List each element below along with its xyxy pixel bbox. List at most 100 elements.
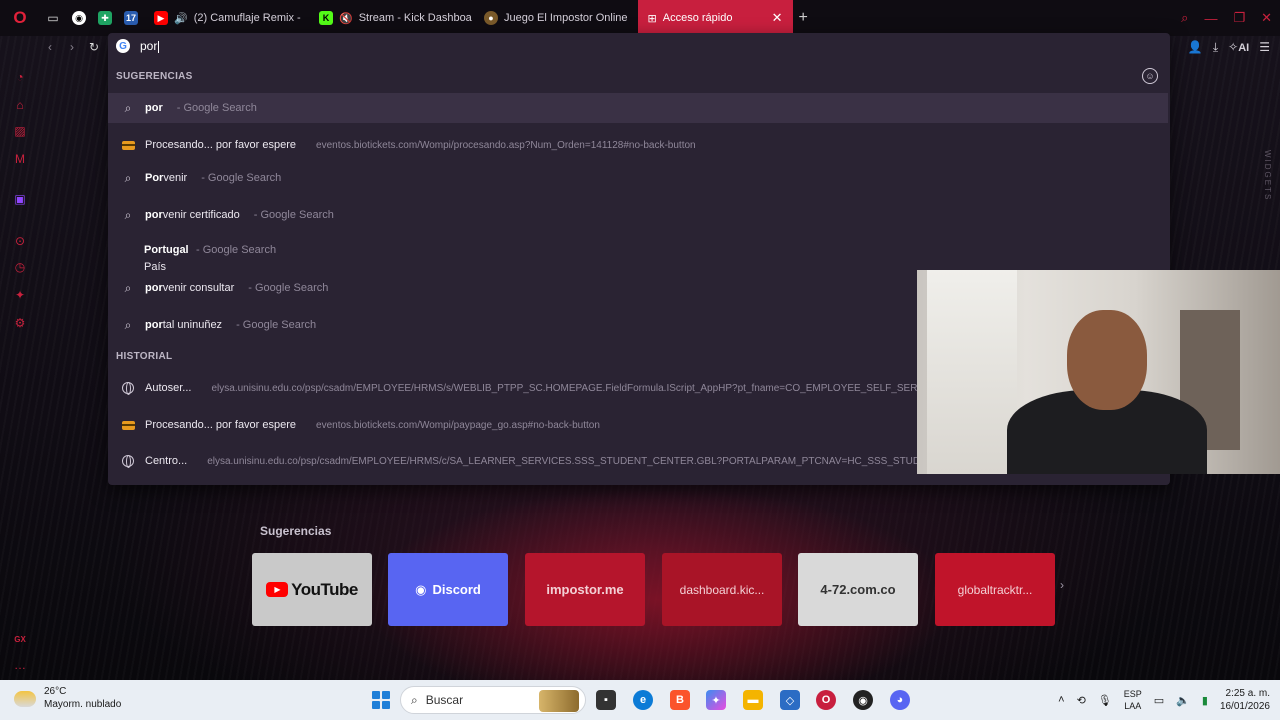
tile-youtube[interactable]: ▶ YouTube bbox=[252, 553, 372, 626]
speed-dial-icon: ⊞ bbox=[647, 12, 657, 25]
suggestion-source: - Google Search bbox=[195, 244, 277, 256]
suggestion-rest: venir certificado bbox=[162, 209, 240, 221]
search-tabs-icon[interactable]: ⌕ bbox=[1181, 10, 1188, 26]
tile-impostor[interactable]: impostor.me bbox=[525, 553, 645, 626]
forward-icon[interactable]: › bbox=[62, 40, 82, 54]
gx-control-icon[interactable]: ◔ bbox=[13, 70, 27, 84]
tab-impostor[interactable]: ● Juego El Impostor Online bbox=[474, 0, 638, 36]
battery-icon[interactable]: ▮ bbox=[1202, 694, 1208, 707]
suggestion-match: por bbox=[145, 319, 163, 331]
muted-speaker-icon[interactable]: 🔇 bbox=[339, 12, 353, 25]
close-window-icon[interactable]: ✕ bbox=[1261, 10, 1272, 26]
ai-button[interactable]: ✧AI bbox=[1228, 40, 1249, 54]
discord-taskbar-icon[interactable]: ◕ bbox=[890, 690, 910, 710]
profile-icon[interactable]: 👤 bbox=[1188, 40, 1203, 54]
cleaner-icon[interactable]: ▨ bbox=[13, 124, 27, 138]
suggestion-row[interactable]: ⌕ Porvenir - Google Search bbox=[108, 163, 1168, 193]
minimize-icon[interactable]: — bbox=[1204, 11, 1217, 26]
tab-youtube[interactable]: ▶ 🔊 (2) Camuflaje Remix - bbox=[144, 0, 309, 36]
tile-discord[interactable]: ◉ Discord bbox=[388, 553, 508, 626]
tab-kick[interactable]: K 🔇 Stream - Kick Dashboa bbox=[309, 0, 474, 36]
suggestion-match: por bbox=[145, 102, 163, 114]
vscode-icon[interactable]: ◇ bbox=[780, 690, 800, 710]
edge-icon[interactable]: e bbox=[633, 690, 653, 710]
suggestion-match: por bbox=[145, 282, 163, 294]
suggestion-row[interactable]: ⌕ porvenir certificado - Google Search bbox=[108, 200, 1168, 230]
network-icon[interactable]: ▭ bbox=[1154, 694, 1164, 707]
suggestion-match: Por bbox=[145, 172, 164, 184]
tab-manager-icon[interactable]: ▭ bbox=[44, 0, 62, 36]
history-icon[interactable]: ◷ bbox=[13, 260, 27, 274]
chatgpt-icon[interactable]: ◉ bbox=[70, 0, 88, 36]
more-icon[interactable]: … bbox=[13, 658, 27, 672]
suggestion-description: País bbox=[144, 261, 167, 273]
webcam-overlay bbox=[917, 270, 1280, 474]
weather-desc: Mayorm. nublado bbox=[44, 699, 122, 710]
tile-label: 4-72.com.co bbox=[820, 582, 896, 597]
reload-icon[interactable]: ↻ bbox=[84, 40, 104, 54]
tile-472[interactable]: 4-72.com.co bbox=[798, 553, 918, 626]
youtube-logo-icon: ▶ bbox=[266, 582, 289, 597]
obs-icon[interactable]: ◉ bbox=[853, 690, 873, 710]
maximize-icon[interactable]: ❐ bbox=[1233, 10, 1245, 26]
impostor-icon: ● bbox=[484, 11, 498, 25]
text-caret bbox=[158, 40, 160, 53]
next-page-icon[interactable]: › bbox=[1060, 578, 1064, 592]
youtube-icon: ▶ bbox=[154, 11, 168, 25]
new-tab-button[interactable]: + bbox=[799, 9, 808, 27]
messenger-icon[interactable]: M bbox=[13, 152, 27, 166]
emoji-icon[interactable]: ☺ bbox=[1142, 68, 1158, 84]
suggestion-url: eventos.biotickets.com/Wompi/procesando.… bbox=[316, 139, 696, 151]
chevron-up-icon[interactable]: ˄ bbox=[1058, 694, 1064, 706]
sheets-icon[interactable]: ✚ bbox=[96, 0, 114, 36]
suggestion-rest: venir consultar bbox=[162, 282, 235, 294]
suggestion-rest: tal uninuñez bbox=[162, 319, 223, 331]
sync-icon[interactable]: ⟲ bbox=[1077, 694, 1086, 707]
volume-icon[interactable]: 🔈 bbox=[1176, 694, 1190, 707]
address-field[interactable]: G por bbox=[108, 33, 1170, 59]
search-icon: ⌕ bbox=[124, 280, 132, 295]
tile-label: globaltracktr... bbox=[957, 582, 1033, 597]
suggestion-source: - Google Search bbox=[236, 319, 317, 331]
kick-icon: K bbox=[319, 11, 333, 25]
twitch-icon[interactable]: ▣ bbox=[13, 192, 27, 206]
suggestion-row[interactable]: ⌕ por - Google Search bbox=[108, 93, 1168, 123]
extensions-icon[interactable]: ✦ bbox=[13, 288, 27, 302]
task-view-icon[interactable]: ▪ bbox=[596, 690, 616, 710]
brave-icon[interactable]: B bbox=[670, 690, 690, 710]
back-icon[interactable]: ‹ bbox=[40, 40, 60, 54]
download-icon[interactable]: ⤓ bbox=[1213, 40, 1218, 55]
language-indicator[interactable]: ESP LAA bbox=[1124, 688, 1142, 712]
player-icon[interactable]: ⊙ bbox=[13, 234, 27, 248]
weather-widget[interactable]: 26°C Mayorm. nublado bbox=[14, 686, 121, 711]
seventeen-icon[interactable]: 17 bbox=[122, 0, 140, 36]
tab-speed-dial[interactable]: ⊞ Acceso rápido ✕ bbox=[637, 0, 793, 36]
suggestion-row[interactable]: Procesando... por favor espere eventos.b… bbox=[108, 130, 1168, 160]
google-icon: G bbox=[116, 39, 130, 53]
toolbar-right: 👤 ⤓ ✧AI ☰ bbox=[1188, 36, 1270, 58]
close-tab-icon[interactable]: ✕ bbox=[772, 10, 783, 26]
suggestion-row-entity[interactable]: Portugal - Google Search País bbox=[144, 242, 276, 273]
opera-gx-taskbar-icon[interactable]: O bbox=[816, 690, 836, 710]
search-icon: ⌕ bbox=[411, 692, 418, 707]
gx-corner-icon[interactable]: ⌂ bbox=[13, 98, 27, 112]
tile-label: dashboard.kic... bbox=[679, 582, 765, 597]
taskbar-search[interactable]: ⌕ Buscar bbox=[400, 686, 586, 714]
tile-label: Discord bbox=[432, 582, 481, 597]
microphone-icon[interactable]: 🎙 bbox=[1098, 694, 1112, 707]
clock[interactable]: 2:25 a. m. 16/01/2026 bbox=[1220, 687, 1270, 713]
suggestion-source: - Google Search bbox=[176, 102, 257, 114]
start-button[interactable] bbox=[372, 691, 390, 709]
menu-icon[interactable]: ☰ bbox=[1259, 40, 1270, 54]
tile-kick-dashboard[interactable]: dashboard.kic... bbox=[662, 553, 782, 626]
settings-icon[interactable]: ⚙ bbox=[13, 316, 27, 330]
file-explorer-icon[interactable]: ▬ bbox=[743, 690, 763, 710]
opera-gx-logo-icon[interactable]: O bbox=[0, 8, 40, 28]
gx-label: GX bbox=[14, 634, 26, 644]
widgets-label[interactable]: WIDGETS bbox=[1263, 150, 1272, 201]
speaker-icon[interactable]: 🔊 bbox=[174, 12, 188, 25]
aria-icon: ✧ bbox=[1228, 40, 1239, 54]
copilot-icon[interactable]: ✦ bbox=[706, 690, 726, 710]
tile-globaltrack[interactable]: globaltracktr... bbox=[935, 553, 1055, 626]
ai-label: AI bbox=[1238, 42, 1250, 54]
